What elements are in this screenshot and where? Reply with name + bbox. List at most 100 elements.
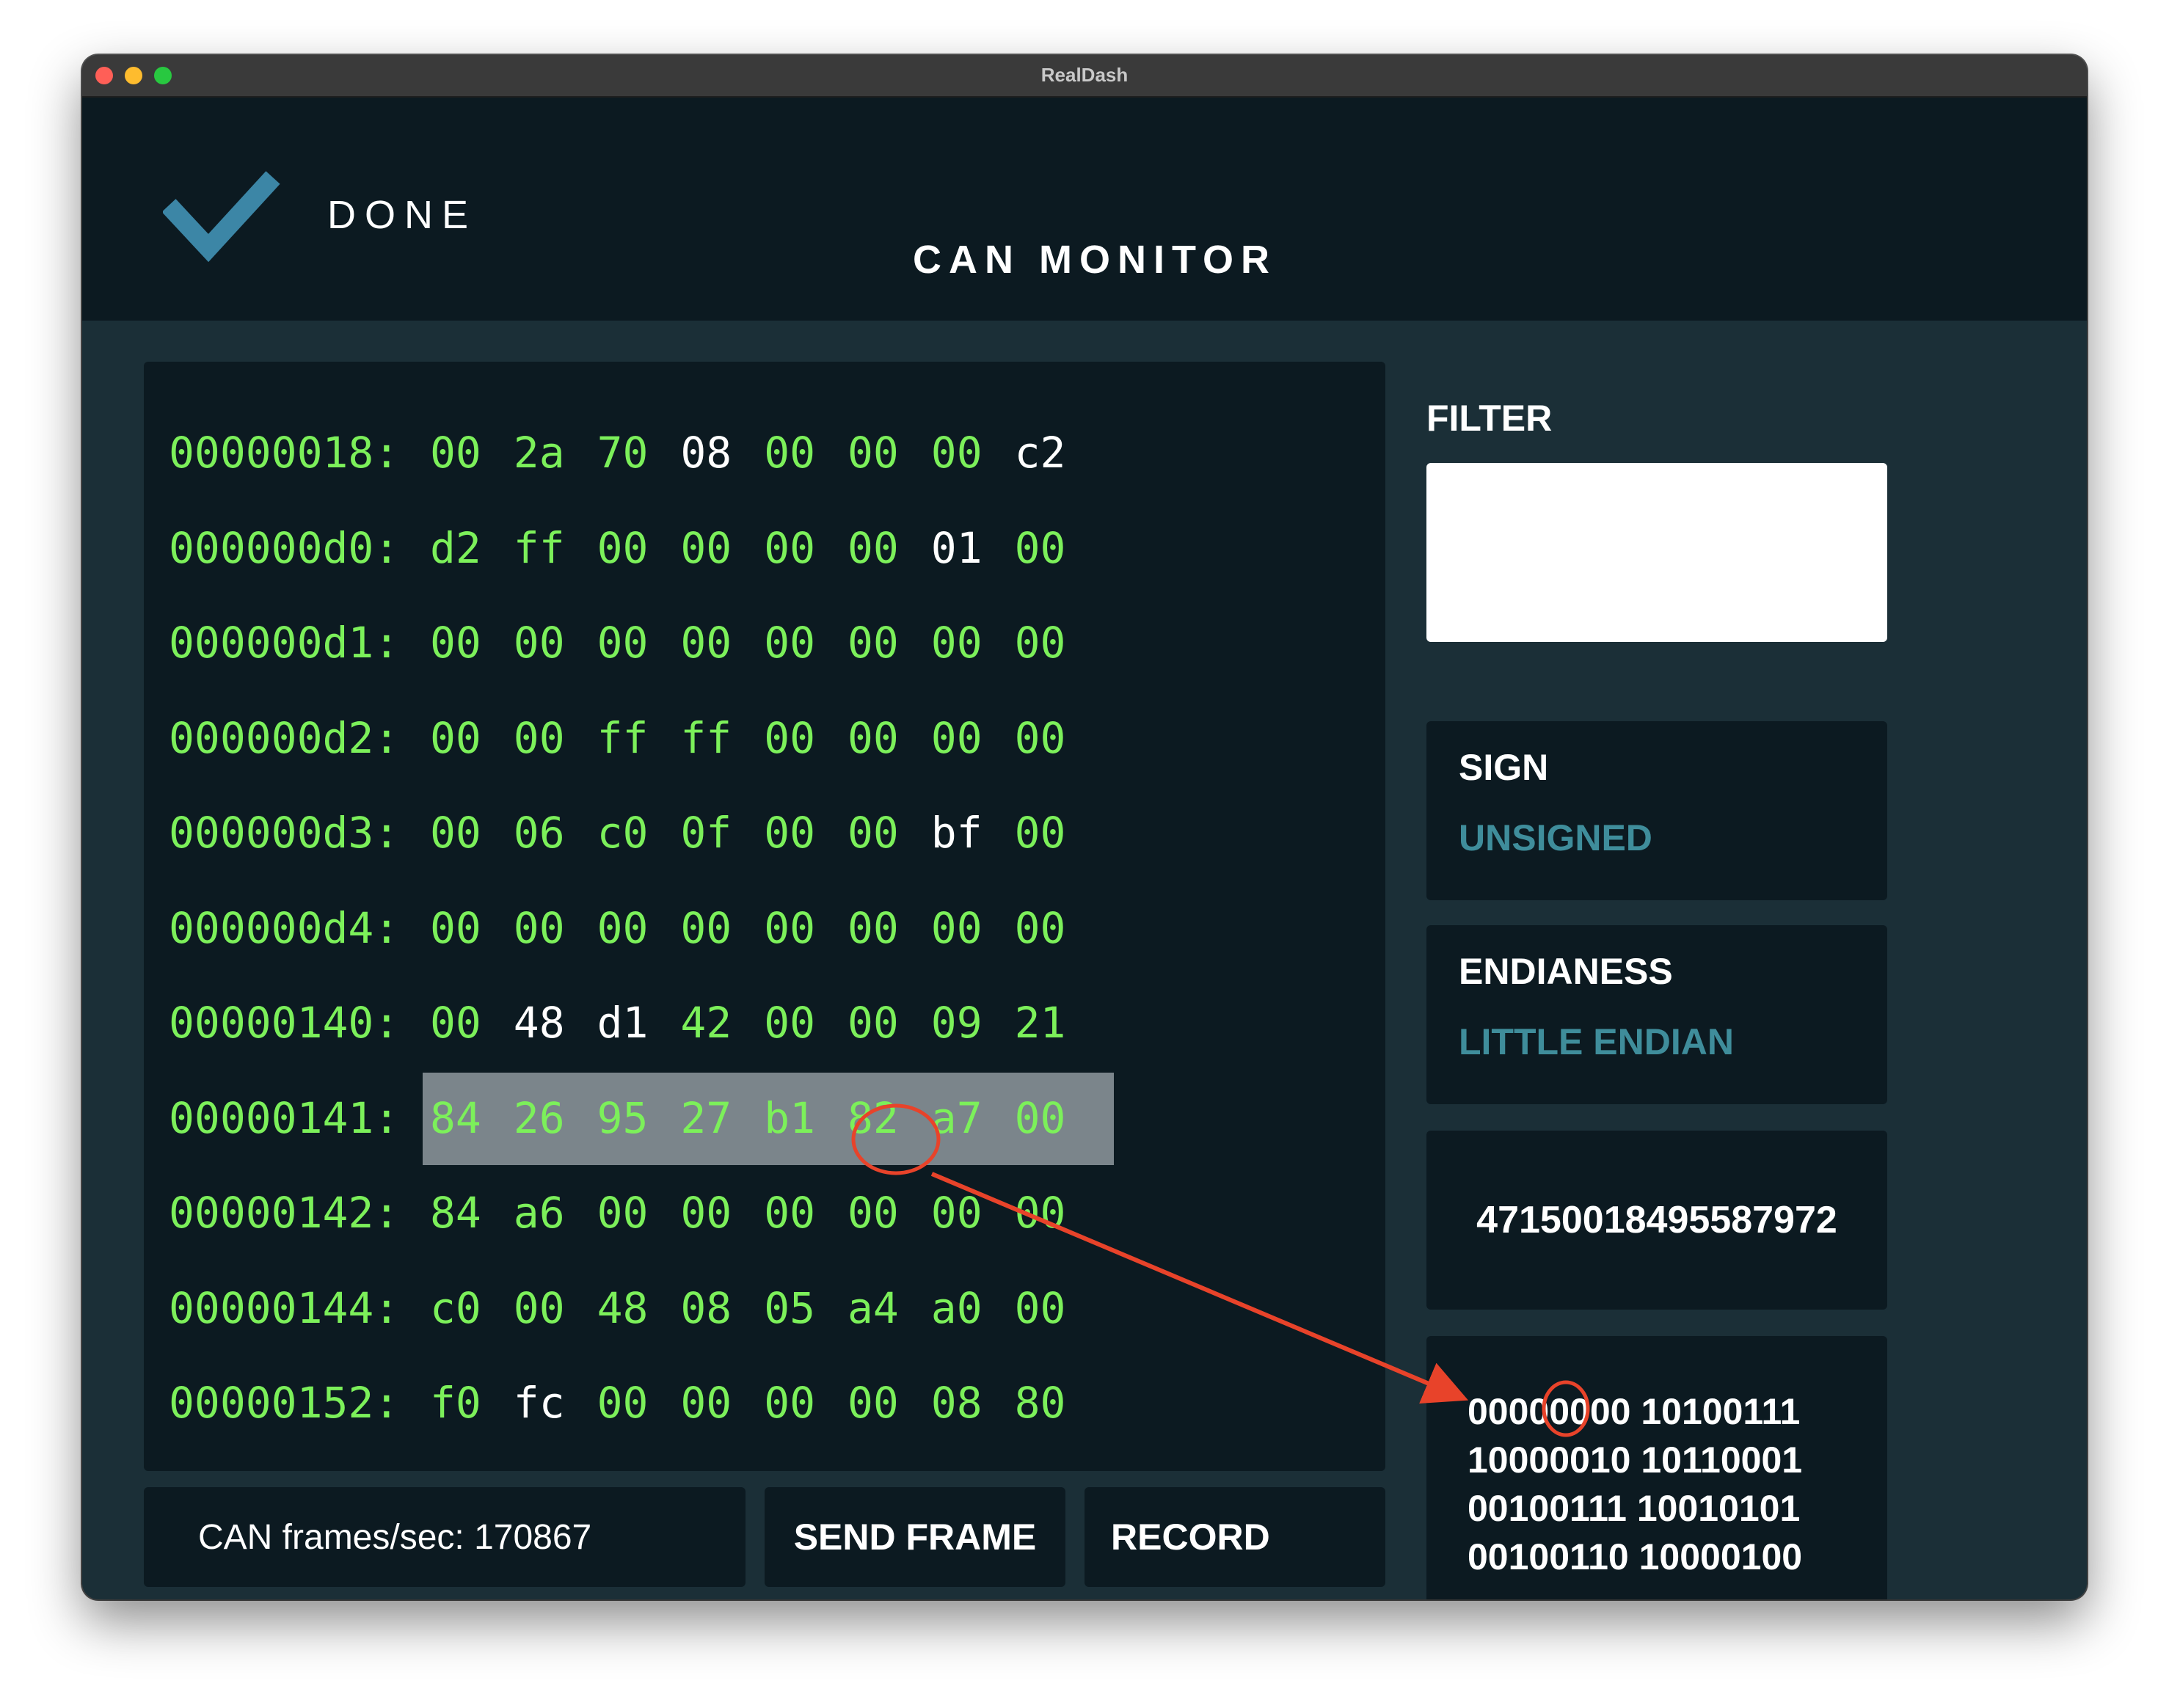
hex-byte[interactable]: 48 bbox=[597, 1279, 649, 1337]
hex-byte[interactable]: 48 bbox=[514, 993, 565, 1052]
hex-byte[interactable]: 00 bbox=[847, 803, 899, 862]
hex-byte[interactable]: 00 bbox=[764, 993, 815, 1052]
hex-byte[interactable]: 00 bbox=[597, 899, 649, 957]
hex-byte[interactable]: 00 bbox=[430, 613, 481, 672]
hex-byte[interactable]: 09 bbox=[931, 993, 983, 1052]
hex-byte[interactable]: 00 bbox=[847, 1183, 899, 1242]
hex-byte[interactable]: 00 bbox=[847, 423, 899, 482]
hex-byte[interactable]: 00 bbox=[680, 1373, 732, 1418]
hex-row[interactable]: 000000d2: 00 00 ff ff 00 00 00 00 bbox=[144, 691, 1385, 787]
hex-row[interactable]: 00000144: c0 00 48 08 05 a4 a0 00 bbox=[144, 1261, 1385, 1357]
hex-row[interactable]: 00000142: 84 a6 00 00 00 00 00 00 bbox=[144, 1166, 1385, 1261]
hex-byte[interactable]: 00 bbox=[847, 1373, 899, 1418]
hex-byte[interactable]: 00 bbox=[847, 709, 899, 767]
hex-byte[interactable]: 00 bbox=[764, 803, 815, 862]
send-frame-button[interactable]: SEND FRAME bbox=[765, 1487, 1065, 1587]
hex-byte[interactable]: 00 bbox=[680, 1183, 732, 1242]
hex-byte[interactable]: c0 bbox=[430, 1279, 481, 1337]
hex-byte[interactable]: 00 bbox=[430, 993, 481, 1052]
hex-byte[interactable]: a7 bbox=[931, 1089, 983, 1147]
hex-byte[interactable]: 95 bbox=[597, 1089, 649, 1147]
hex-byte[interactable]: 00 bbox=[597, 1183, 649, 1242]
hex-byte[interactable]: d1 bbox=[597, 993, 649, 1052]
hex-byte[interactable]: 00 bbox=[1015, 1183, 1066, 1242]
hex-byte[interactable]: ff bbox=[597, 709, 649, 767]
hex-byte[interactable]: 00 bbox=[680, 899, 732, 957]
hex-byte[interactable]: 01 bbox=[931, 519, 983, 577]
hex-byte[interactable]: 00 bbox=[1015, 709, 1066, 767]
hex-byte[interactable]: 00 bbox=[430, 423, 481, 482]
hex-byte[interactable]: 05 bbox=[764, 1279, 815, 1337]
hex-byte[interactable]: 00 bbox=[430, 803, 481, 862]
hex-byte[interactable]: c0 bbox=[597, 803, 649, 862]
hex-byte[interactable]: 70 bbox=[597, 423, 649, 482]
filter-input[interactable] bbox=[1426, 463, 1887, 642]
hex-row[interactable]: 00000152: f0 fc 00 00 00 00 08 80 bbox=[144, 1356, 1385, 1418]
hex-row-list[interactable]: 00000018: 00 2a 70 08 00 00 00 c2 000000d0: d2 ff 00… bbox=[144, 406, 1385, 1418]
hex-byte[interactable]: 00 bbox=[680, 519, 732, 577]
hex-byte[interactable]: 00 bbox=[764, 519, 815, 577]
hex-byte[interactable]: 00 bbox=[847, 993, 899, 1052]
hex-byte[interactable]: 00 bbox=[764, 1183, 815, 1242]
hex-byte[interactable]: 00 bbox=[514, 613, 565, 672]
hex-byte[interactable]: 00 bbox=[680, 613, 732, 672]
hex-row[interactable]: 00000141: 84 26 95 27 b1 82 a7 00 bbox=[144, 1071, 1385, 1167]
hex-byte[interactable]: 00 bbox=[597, 519, 649, 577]
hex-byte[interactable]: 82 bbox=[847, 1089, 899, 1147]
hex-byte[interactable]: a4 bbox=[847, 1279, 899, 1337]
done-button[interactable]: DONE bbox=[163, 167, 500, 263]
hex-byte[interactable]: 00 bbox=[597, 613, 649, 672]
hex-byte[interactable]: ff bbox=[680, 709, 732, 767]
hex-byte[interactable]: 00 bbox=[514, 899, 565, 957]
hex-byte[interactable]: 00 bbox=[597, 1373, 649, 1418]
hex-row[interactable]: 00000018: 00 2a 70 08 00 00 00 c2 bbox=[144, 406, 1385, 501]
hex-byte[interactable]: 00 bbox=[931, 1183, 983, 1242]
hex-byte[interactable]: 00 bbox=[931, 423, 983, 482]
hex-byte[interactable]: b1 bbox=[764, 1089, 815, 1147]
hex-byte[interactable]: 00 bbox=[847, 613, 899, 672]
hex-byte[interactable]: fc bbox=[514, 1373, 565, 1418]
hex-byte[interactable]: 42 bbox=[680, 993, 732, 1052]
hex-row[interactable]: 000000d0: d2 ff 00 00 00 00 01 00 bbox=[144, 501, 1385, 596]
hex-byte[interactable]: 08 bbox=[680, 1279, 732, 1337]
hex-row[interactable]: 00000140: 00 48 d1 42 00 00 09 21 bbox=[144, 976, 1385, 1071]
hex-row[interactable]: 000000d3: 00 06 c0 0f 00 00 bf 00 bbox=[144, 786, 1385, 881]
hex-byte[interactable]: 00 bbox=[1015, 1089, 1066, 1147]
hex-byte[interactable]: 00 bbox=[1015, 803, 1066, 862]
endianess-selector[interactable]: ENDIANESS LITTLE ENDIAN bbox=[1426, 925, 1887, 1104]
hex-byte[interactable]: 08 bbox=[931, 1373, 983, 1418]
hex-byte[interactable]: 00 bbox=[931, 709, 983, 767]
hex-byte[interactable]: f0 bbox=[430, 1373, 481, 1418]
hex-byte[interactable]: 00 bbox=[1015, 519, 1066, 577]
sign-selector[interactable]: SIGN UNSIGNED bbox=[1426, 721, 1887, 900]
hex-byte[interactable]: 21 bbox=[1015, 993, 1066, 1052]
hex-byte[interactable]: d2 bbox=[430, 519, 481, 577]
record-button[interactable]: RECORD bbox=[1084, 1487, 1385, 1587]
hex-byte[interactable]: 00 bbox=[1015, 899, 1066, 957]
hex-byte[interactable]: 26 bbox=[514, 1089, 565, 1147]
hex-byte[interactable]: 80 bbox=[1015, 1373, 1066, 1418]
hex-byte[interactable]: 27 bbox=[680, 1089, 732, 1147]
hex-byte[interactable]: a6 bbox=[514, 1183, 565, 1242]
hex-byte[interactable]: ff bbox=[514, 519, 565, 577]
hex-byte[interactable]: bf bbox=[931, 803, 983, 862]
hex-byte[interactable]: 06 bbox=[514, 803, 565, 862]
hex-byte[interactable]: 84 bbox=[430, 1183, 481, 1242]
hex-row[interactable]: 000000d4: 00 00 00 00 00 00 00 00 bbox=[144, 881, 1385, 977]
hex-byte[interactable]: 00 bbox=[1015, 1279, 1066, 1337]
hex-byte[interactable]: 00 bbox=[931, 899, 983, 957]
hex-byte[interactable]: 2a bbox=[514, 423, 565, 482]
hex-byte[interactable]: 00 bbox=[847, 899, 899, 957]
hex-byte[interactable]: 00 bbox=[847, 519, 899, 577]
hex-byte[interactable]: 0f bbox=[680, 803, 732, 862]
hex-byte[interactable]: 00 bbox=[1015, 613, 1066, 672]
hex-byte[interactable]: 00 bbox=[514, 709, 565, 767]
hex-byte[interactable]: 08 bbox=[680, 423, 732, 482]
hex-byte[interactable]: 00 bbox=[764, 709, 815, 767]
hex-byte[interactable]: c2 bbox=[1015, 423, 1066, 482]
hex-byte[interactable]: 00 bbox=[430, 709, 481, 767]
hex-byte[interactable]: 00 bbox=[764, 899, 815, 957]
hex-byte[interactable]: 00 bbox=[430, 899, 481, 957]
hex-byte[interactable]: a0 bbox=[931, 1279, 983, 1337]
hex-byte[interactable]: 00 bbox=[764, 613, 815, 672]
